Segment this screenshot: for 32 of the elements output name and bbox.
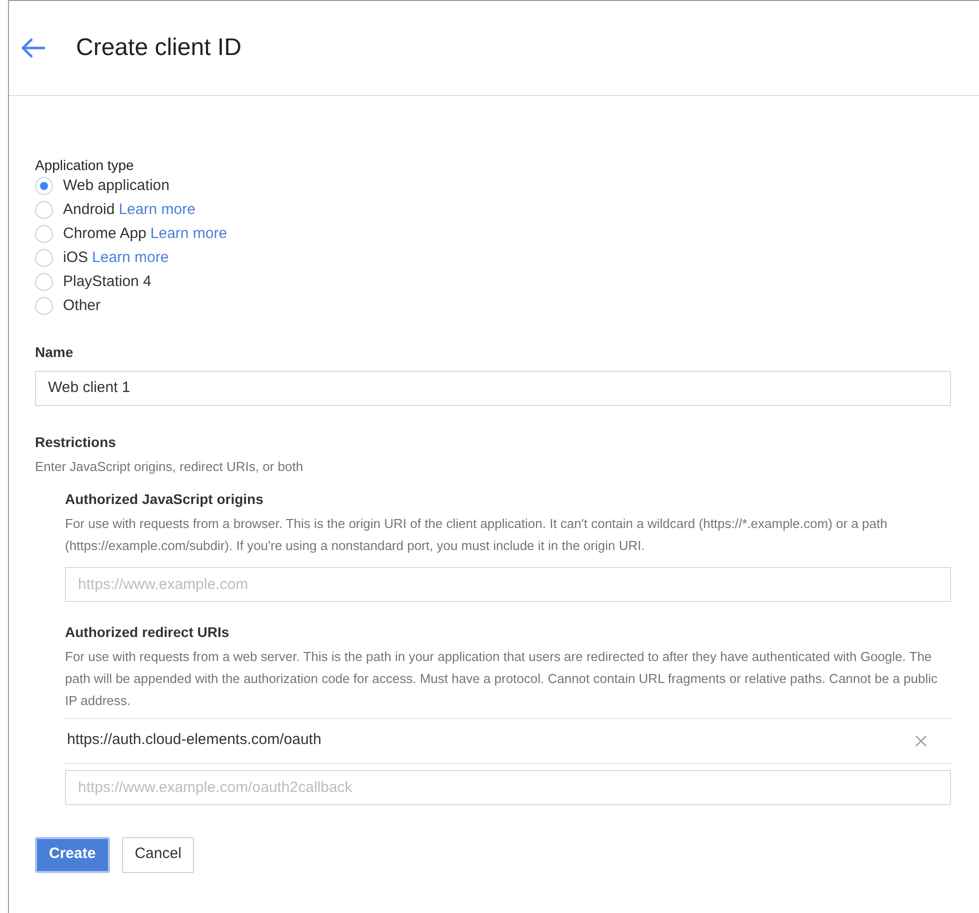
field-label: Application type — [35, 156, 135, 174]
learn-more-link[interactable]: Learn more — [150, 222, 228, 246]
uri-field[interactable]: https://www.example.com/oauth2callback — [65, 770, 951, 804]
learn-more-link[interactable]: Learn more — [118, 198, 196, 222]
radio-button[interactable] — [35, 201, 53, 219]
close-icon[interactable] — [915, 734, 927, 746]
radio-label[interactable]: Web application — [63, 174, 170, 198]
create-button[interactable]: Create — [35, 836, 110, 872]
radio-button[interactable] — [35, 177, 53, 195]
radio-label[interactable]: Chrome App — [63, 222, 146, 246]
radio-label[interactable]: Android — [63, 198, 115, 222]
learn-more-link[interactable]: Learn more — [92, 246, 169, 270]
radio-label[interactable]: PlayStation 4 — [63, 270, 152, 294]
cancel-button[interactable]: Cancel — [122, 836, 194, 872]
back-arrow-icon[interactable] — [20, 37, 46, 59]
radio-button[interactable] — [35, 273, 53, 291]
subsection-title: Authorized redirect URIs — [65, 622, 230, 642]
uri-entry: https://auth.cloud-elements.com/oauth — [67, 730, 322, 750]
subsection-description: For use with requests from a web server. This is the path in your application that users are redirected to after they have authenticated with Google. The path will be appended with the authorization code for access. Must have a protocol. Cannot contain URL fragments or relative paths. Cannot be a public IP address. — [65, 648, 938, 710]
section-label: Restrictions — [35, 433, 117, 452]
radio-button[interactable] — [35, 297, 53, 315]
field-label: Name — [35, 343, 74, 362]
name-field[interactable]: Web client 1 — [35, 371, 951, 406]
subsection-title: Authorized JavaScript origins — [65, 490, 264, 509]
uri-field[interactable]: https://www.example.com — [65, 566, 951, 602]
radio-button[interactable] — [35, 249, 53, 267]
radio-label[interactable]: Other — [63, 294, 101, 318]
section-hint: Enter JavaScript origins, redirect URIs, or both — [35, 458, 304, 476]
radio-button[interactable] — [35, 225, 53, 243]
radio-label[interactable]: iOS — [63, 246, 88, 270]
subsection-description: For use with requests from a browser. This is the origin URI of the client application. It can't contain a wildcard (https://*.example.com) or a path (https://example.com/subdir). If you're using a nonstandard port, you must include it in the origin URI. — [65, 514, 888, 555]
page-title: Create client ID — [76, 33, 242, 63]
